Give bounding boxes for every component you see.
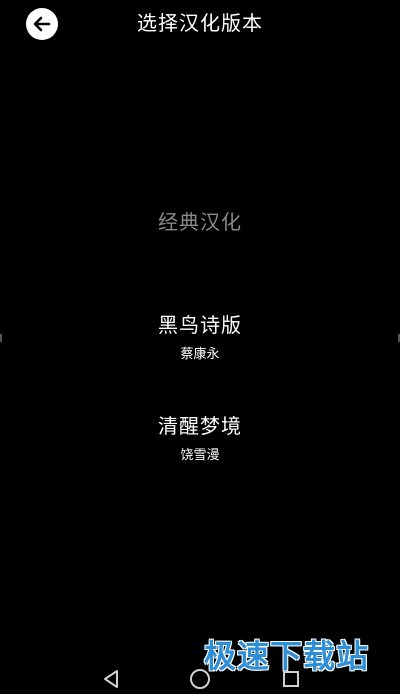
square-recent-icon	[283, 671, 299, 687]
app-screen: 选择汉化版本 经典汉化 黑鸟诗版 蔡康永 清醒梦境 饶雪漫 极速下载站	[0, 0, 400, 694]
option-lucid-dream[interactable]: 清醒梦境 饶雪漫	[0, 413, 400, 465]
option-title: 黑鸟诗版	[158, 313, 242, 337]
option-author: 饶雪漫	[180, 448, 220, 463]
page-title: 选择汉化版本	[137, 11, 263, 35]
option-heiniao-poem[interactable]: 黑鸟诗版 蔡康永	[0, 312, 400, 364]
option-author: 蔡康永	[180, 347, 220, 362]
system-navigation-bar	[0, 664, 400, 694]
option-title: 清醒梦境	[158, 414, 242, 438]
nav-recent-button[interactable]	[278, 666, 304, 692]
circle-home-icon	[190, 669, 210, 689]
triangle-back-icon	[104, 670, 118, 688]
left-edge-handle	[0, 334, 2, 342]
option-title: 经典汉化	[158, 210, 242, 234]
header-bar: 选择汉化版本	[0, 0, 400, 46]
option-classic-translation[interactable]: 经典汉化	[0, 209, 400, 235]
nav-back-button[interactable]	[98, 666, 124, 692]
nav-home-button[interactable]	[187, 666, 213, 692]
